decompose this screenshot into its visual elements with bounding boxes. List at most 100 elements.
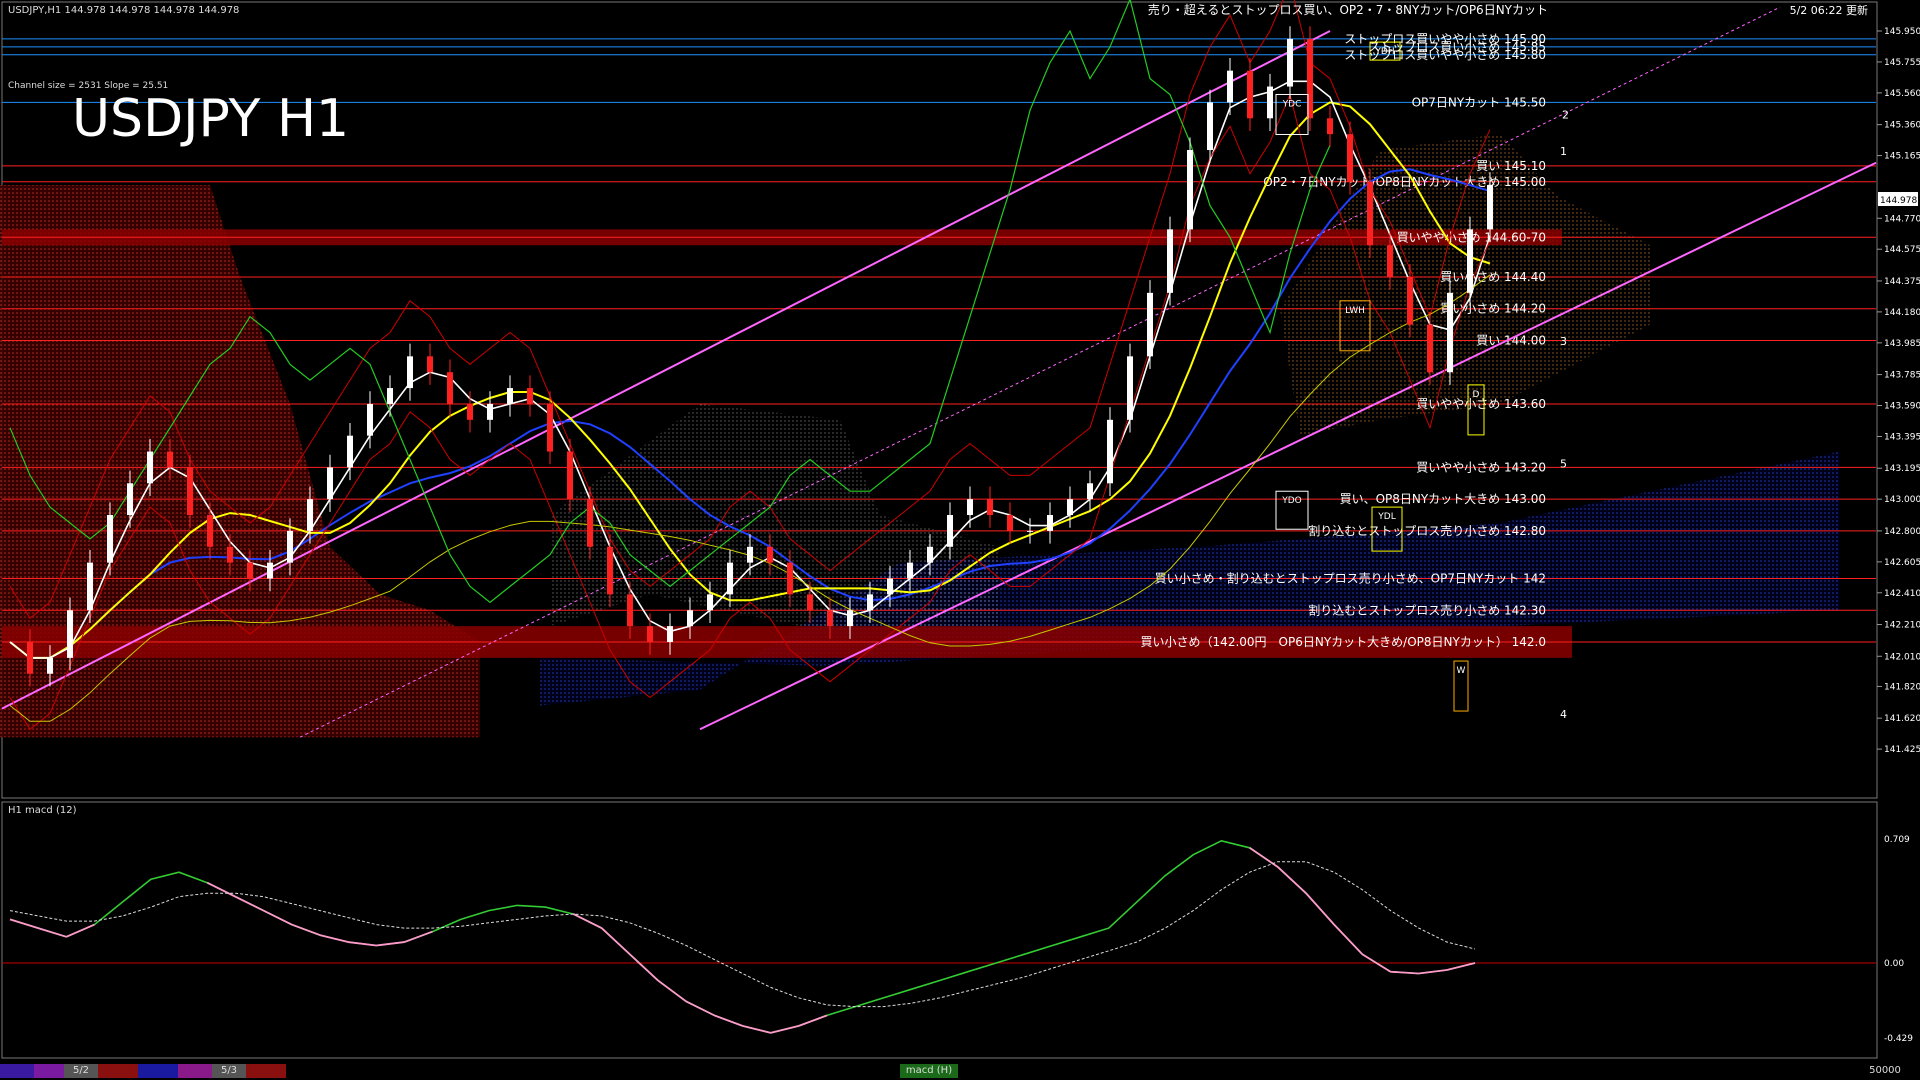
macd-signal-line bbox=[9, 861, 1476, 1008]
ref-box-label: LWH bbox=[1345, 306, 1365, 316]
candle-body bbox=[47, 657, 53, 674]
candle-body bbox=[227, 546, 233, 563]
axis-tick-label: 142.605 bbox=[1884, 558, 1920, 568]
candle-body bbox=[1007, 515, 1013, 531]
macd-tick-label: 0.709 bbox=[1884, 835, 1910, 845]
candle-body bbox=[427, 356, 433, 373]
macd-line-bearish-segment bbox=[770, 1024, 800, 1034]
candle-body bbox=[647, 626, 653, 642]
macd-line-bearish-segment bbox=[65, 923, 95, 938]
candle-body bbox=[447, 372, 453, 404]
candle-body bbox=[127, 483, 133, 516]
axis-tick-label: 143.395 bbox=[1884, 432, 1920, 442]
macd-line-bearish-segment bbox=[9, 918, 39, 929]
candle-body bbox=[1347, 134, 1353, 182]
candle-body bbox=[267, 562, 273, 579]
candle-body bbox=[627, 594, 633, 627]
candle-body bbox=[247, 562, 253, 579]
symbol-info: USDJPY,H1 144.978 144.978 144.978 144.97… bbox=[8, 5, 239, 16]
chart-tab[interactable] bbox=[178, 1064, 212, 1078]
candle-body bbox=[947, 515, 953, 547]
current-price-label: 144.978 bbox=[1880, 196, 1917, 206]
axis-tick-label: 145.560 bbox=[1884, 89, 1920, 99]
candle-body bbox=[107, 515, 113, 563]
macd-line-bearish-segment bbox=[1305, 892, 1335, 926]
candle-body bbox=[487, 403, 493, 420]
chart-tab[interactable] bbox=[34, 1064, 64, 1078]
candle-body bbox=[147, 451, 153, 484]
chart-tab[interactable] bbox=[138, 1064, 178, 1078]
chart-tab[interactable]: 5/3 bbox=[212, 1064, 246, 1078]
axis-tick-label: 141.620 bbox=[1884, 714, 1920, 724]
chart-tab[interactable]: macd (H) bbox=[900, 1064, 958, 1078]
macd-pane-border bbox=[1, 801, 1878, 1059]
candle-body bbox=[847, 610, 853, 627]
candle-body bbox=[1207, 102, 1213, 151]
axis-tick-label: 143.985 bbox=[1884, 339, 1920, 349]
chart-tab[interactable] bbox=[0, 1064, 34, 1078]
candle-body bbox=[1247, 70, 1253, 119]
level-label: 買い小さめ・割り込むとストップロス売り小さめ、OP7日NYカット 142 bbox=[1155, 571, 1546, 586]
level-label: 買いやや小さめ 143.20 bbox=[1416, 460, 1546, 474]
macd-line-bearish-segment bbox=[37, 927, 67, 938]
level-label: 買い 145.10 bbox=[1476, 159, 1546, 173]
candle-body bbox=[1407, 276, 1413, 325]
macd-line-bearish-segment bbox=[404, 930, 433, 943]
candle-body bbox=[307, 499, 313, 531]
candle-body bbox=[347, 435, 353, 468]
candle-body bbox=[367, 403, 373, 436]
axis-tick-label: 145.950 bbox=[1884, 27, 1920, 37]
macd-line-bearish-segment bbox=[234, 895, 264, 912]
macd-line-bearish-segment bbox=[685, 1000, 715, 1017]
candle-body bbox=[587, 499, 593, 547]
candle-body bbox=[787, 562, 793, 595]
ref-box-label: YDC bbox=[1282, 99, 1302, 109]
macd-indicator: 0.709 0.00 -0.429 bbox=[2, 835, 1913, 1044]
axis-tick-label: 142.210 bbox=[1884, 621, 1920, 631]
candle-body bbox=[1187, 150, 1193, 230]
axis-tick-label: 143.785 bbox=[1884, 371, 1920, 381]
timestamp: 5/2 06:22 更新 bbox=[1790, 3, 1868, 17]
candle-body bbox=[1227, 70, 1233, 103]
axis-tick-label: 142.010 bbox=[1884, 652, 1920, 662]
level-label: 買い小さめ 144.40 bbox=[1440, 270, 1546, 284]
chart-tab[interactable]: 5/2 bbox=[64, 1064, 98, 1078]
chart-tab[interactable] bbox=[246, 1064, 286, 1078]
candle-body bbox=[1087, 483, 1093, 500]
candle-body bbox=[1107, 419, 1113, 484]
candle-body bbox=[1127, 356, 1133, 420]
candle-body bbox=[287, 530, 293, 563]
candle-body bbox=[87, 562, 93, 611]
candle-body bbox=[747, 546, 753, 563]
axis-tick-label: 144.770 bbox=[1884, 214, 1920, 224]
macd-line-bearish-segment bbox=[1333, 923, 1363, 955]
axis-tick-label: 141.820 bbox=[1884, 682, 1920, 692]
candle-body bbox=[967, 499, 973, 516]
macd-line-bearish-segment bbox=[798, 1014, 828, 1027]
candle-body bbox=[687, 610, 693, 627]
chart-tab[interactable] bbox=[98, 1064, 138, 1078]
macd-line-bearish-segment bbox=[742, 1024, 771, 1034]
candle-body bbox=[907, 562, 913, 579]
candle-body bbox=[987, 499, 993, 516]
candle-body bbox=[1427, 324, 1433, 373]
level-label: 割り込むとストップロス売り小さめ 142.30 bbox=[1308, 602, 1546, 617]
candle-body bbox=[387, 388, 393, 404]
candle-body bbox=[867, 594, 873, 611]
candle-body bbox=[827, 610, 833, 627]
chart-title: USDJPY H1 bbox=[72, 89, 349, 149]
level-label: 買い 144.00 bbox=[1476, 333, 1546, 347]
candle-body bbox=[567, 451, 573, 500]
candle-body bbox=[1367, 181, 1373, 246]
candle-body bbox=[507, 388, 513, 404]
macd-line-bearish-segment bbox=[376, 941, 405, 947]
candle-body bbox=[927, 546, 933, 563]
macd-line-bearish-segment bbox=[319, 934, 349, 943]
level-label: OP7日NYカット 145.50 bbox=[1412, 95, 1546, 109]
chart-tab[interactable]: 50000 bbox=[1860, 1064, 1910, 1078]
candle-body bbox=[1027, 530, 1033, 532]
chart-canvas[interactable]: ストップロス買いやや小さめ 145.90ストップロス買い小さめ 145.85スト… bbox=[0, 0, 1920, 1062]
ref-box-label: W bbox=[1457, 666, 1466, 676]
candle-body bbox=[607, 546, 613, 595]
ref-box-label: D bbox=[1473, 390, 1480, 400]
